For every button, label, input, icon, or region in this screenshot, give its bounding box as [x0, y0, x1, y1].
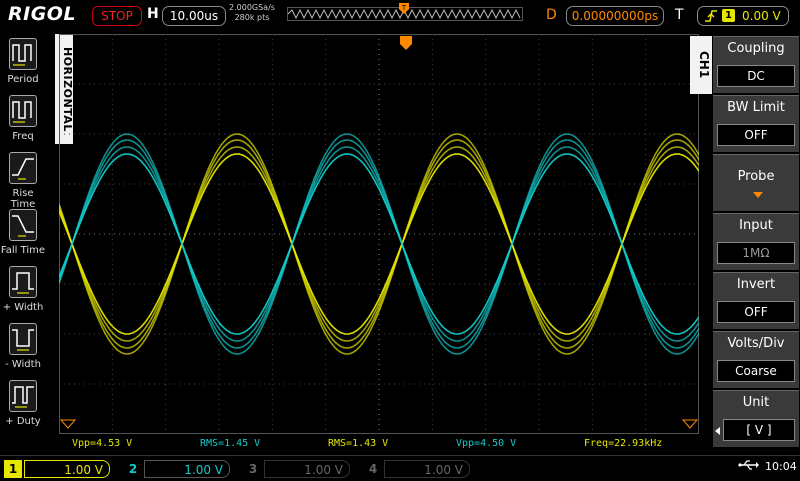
input-impedance-value: 1MΩ [717, 242, 795, 264]
rise-time-button[interactable]: Rise Time [0, 148, 56, 210]
invert-button[interactable]: Invert OFF [713, 272, 799, 329]
positive-duty-icon [9, 380, 37, 412]
positive-width-button[interactable]: + Width [0, 262, 56, 319]
waveform-display[interactable] [59, 34, 699, 434]
measurement-ch2-vpp: Vpp=4.50 V [456, 438, 517, 449]
timebase-value[interactable]: 10.00us [162, 6, 226, 26]
bw-limit-value: OFF [717, 124, 795, 146]
channel-menu-title: CH1 [697, 51, 711, 79]
usb-icon [738, 459, 760, 474]
input-button[interactable]: Input 1MΩ [713, 213, 799, 270]
coupling-button[interactable]: Coupling DC [713, 36, 799, 93]
measurement-ch1-vpp: Vpp=4.53 V [72, 438, 133, 449]
horizontal-label: H [147, 6, 159, 22]
trigger-settings[interactable]: 1 0.00 V [697, 6, 789, 26]
fall-time-button[interactable]: Fall Time [0, 205, 56, 262]
trigger-level: 0.00 V [742, 9, 781, 23]
rigol-logo: RIGOL [8, 3, 77, 25]
channel-4-tag[interactable]: 4 1.00 V [364, 460, 474, 478]
freq-button[interactable]: Freq [0, 91, 56, 148]
delay-value[interactable]: 0.00000000ps [566, 6, 664, 26]
sample-rate: 2.000GSa/s [229, 3, 275, 12]
positive-width-icon [9, 266, 37, 298]
rise-time-icon [9, 152, 37, 184]
top-status-bar: RIGOL STOP H 10.00us 2.000GSa/s 280k pts… [0, 0, 800, 30]
measurement-ch1-rms: RMS=1.43 V [328, 438, 389, 449]
trigger-label: T [675, 7, 684, 23]
horizontal-measure-menu: Period Freq Rise Time Fall Time + Width … [0, 34, 56, 452]
channel-status-bar: 1 1.00 V 2 1.00 V 3 1.00 V 4 1.00 V [0, 455, 800, 481]
period-button[interactable]: Period [0, 34, 56, 91]
channel-3-tag[interactable]: 3 1.00 V [244, 460, 354, 478]
chevron-down-icon [753, 192, 763, 198]
trigger-position-icon: T [398, 2, 410, 19]
rising-edge-icon [705, 10, 717, 22]
frequency-icon [9, 95, 37, 127]
memory-depth: 280k pts [234, 13, 270, 22]
delay-label: D [546, 7, 557, 23]
positive-duty-button[interactable]: + Duty [0, 376, 56, 433]
invert-value: OFF [717, 301, 795, 323]
ch2-ground-marker [681, 419, 699, 429]
measurement-ch1-freq: Freq=22.93kHz [584, 438, 663, 449]
fall-time-icon [9, 209, 37, 241]
negative-width-button[interactable]: - Width [0, 319, 56, 376]
channel-2-tag[interactable]: 2 1.00 V [124, 460, 234, 478]
system-clock: 10:04 [765, 460, 797, 473]
channel-1-scale: 1.00 V [24, 460, 110, 478]
run-stop-status[interactable]: STOP [92, 6, 142, 26]
channel-2-scale: 1.00 V [144, 460, 230, 478]
channel-4-scale: 1.00 V [384, 460, 470, 478]
period-icon [9, 38, 37, 70]
volts-div-value: Coarse [717, 360, 795, 382]
volts-div-button[interactable]: Volts/Div Coarse [713, 331, 799, 388]
negative-width-icon [9, 323, 37, 355]
channel-3-scale: 1.00 V [264, 460, 350, 478]
trigger-marker-top [400, 36, 412, 50]
measurement-ch2-rms: RMS=1.45 V [200, 438, 261, 449]
channel-1-tag[interactable]: 1 1.00 V [4, 460, 114, 478]
bw-limit-button[interactable]: BW Limit OFF [713, 95, 799, 152]
trigger-channel-badge: 1 [722, 9, 735, 22]
graticule [59, 34, 699, 434]
svg-text:T: T [401, 4, 407, 12]
chevron-left-icon [715, 427, 720, 435]
ch1-ground-marker [59, 419, 77, 429]
unit-value: [ V ] [723, 419, 795, 441]
sample-rate-info: 2.000GSa/s 280k pts [229, 3, 275, 23]
coupling-value: DC [717, 65, 795, 87]
unit-button[interactable]: Unit [ V ] [713, 390, 799, 447]
probe-button[interactable]: Probe [713, 154, 799, 211]
